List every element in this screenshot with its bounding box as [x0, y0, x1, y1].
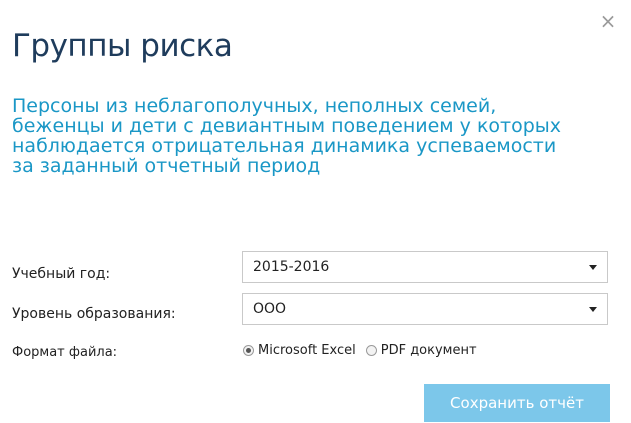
dialog-subtitle: Персоны из неблагополучных, неполных сем… [12, 95, 562, 177]
close-icon[interactable]: × [599, 11, 617, 31]
format-label: Формат файла: [12, 345, 118, 360]
level-label: Уровень образования: [12, 306, 176, 322]
radio-checked-icon[interactable] [243, 345, 254, 356]
year-select-value: 2015-2016 [253, 259, 330, 275]
save-report-button[interactable]: Сохранить отчёт [424, 384, 610, 422]
format-option-excel[interactable]: Microsoft Excel [243, 343, 356, 358]
year-select[interactable]: 2015-2016 [242, 251, 608, 283]
chevron-down-icon [589, 264, 597, 270]
level-select[interactable]: ООО [242, 293, 608, 325]
chevron-down-icon [589, 306, 597, 312]
level-select-value: ООО [253, 301, 287, 317]
format-option-pdf-label: PDF документ [380, 343, 477, 358]
year-label: Учебный год: [12, 266, 111, 282]
dialog-title: Группы риска [12, 28, 233, 64]
format-option-pdf[interactable]: PDF документ [365, 343, 477, 358]
year-row: Учебный год: [12, 266, 110, 282]
radio-unchecked-icon[interactable] [365, 345, 377, 356]
level-row: Уровень образования: [12, 306, 176, 322]
format-radio-group: Microsoft Excel PDF документ [243, 343, 487, 358]
risk-groups-dialog: × Группы риска Персоны из неблагополучны… [0, 0, 631, 423]
format-option-excel-label: Microsoft Excel [258, 343, 356, 358]
